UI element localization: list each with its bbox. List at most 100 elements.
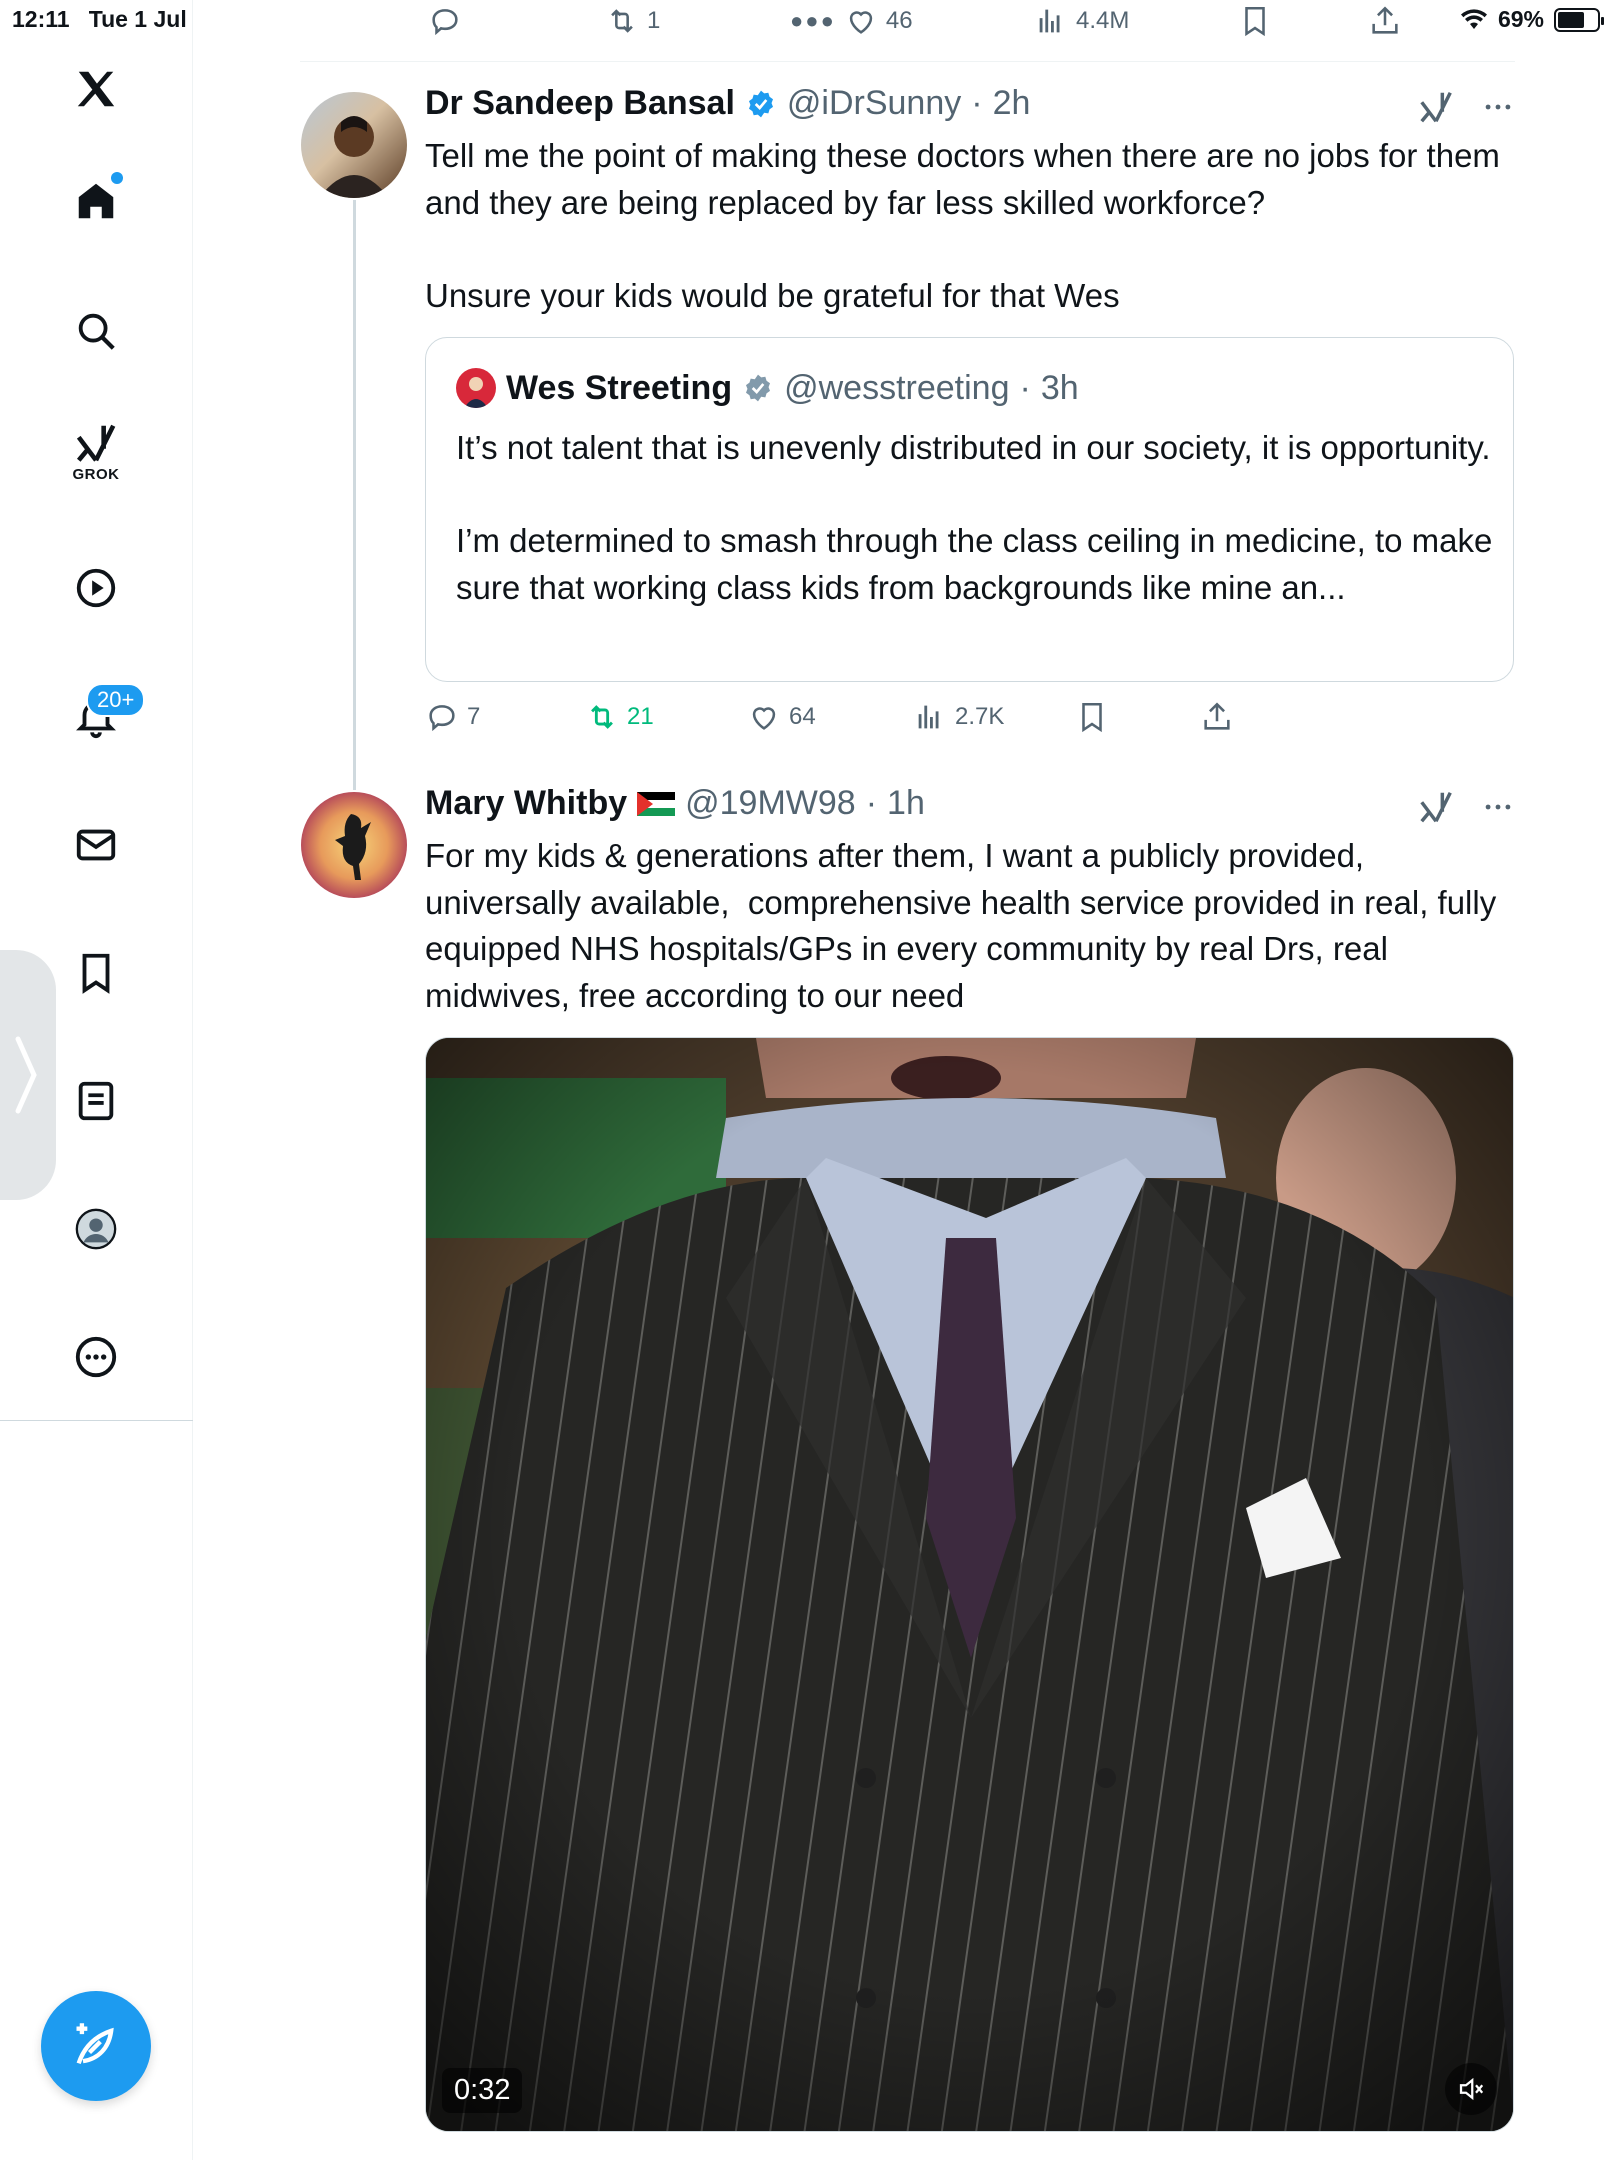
- like-count: 64: [789, 703, 816, 730]
- tweet-text: Tell me the point of making these doctor…: [425, 137, 1500, 314]
- bookmark-icon: [1245, 6, 1265, 37]
- separator: ·: [971, 84, 983, 122]
- muted-speaker-icon: [1459, 2077, 1484, 2101]
- reply-button[interactable]: 7: [425, 700, 480, 734]
- more-dots-icon: ●●●: [790, 8, 836, 33]
- messages-icon: [76, 829, 116, 861]
- feed-divider: [300, 61, 1515, 62]
- sidebar-item-search[interactable]: [65, 300, 127, 362]
- like-button[interactable]: 64: [747, 700, 816, 734]
- sidebar-item-more[interactable]: [65, 1326, 127, 1388]
- profile-icon: [75, 1208, 117, 1250]
- sidebar-item-messages[interactable]: [65, 814, 127, 876]
- retweet-button[interactable]: 1: [605, 4, 660, 38]
- quote-header: Wes Streeting @wesstreeting · 3h: [456, 368, 1079, 408]
- author-handle[interactable]: @19MW98: [685, 784, 856, 823]
- heart-icon: [849, 11, 873, 34]
- sidebar-item-profile[interactable]: [65, 1198, 127, 1260]
- bookmark-button[interactable]: [1075, 700, 1109, 734]
- tweet-header: Mary Whitby @19MW98 · 1h: [425, 784, 925, 823]
- bookmarks-icon: [82, 953, 110, 994]
- sidebar-divider: [0, 1420, 193, 1421]
- chevron-right-icon: [15, 1036, 37, 1114]
- sidebar-item-video[interactable]: [65, 557, 127, 619]
- avatar[interactable]: [301, 92, 407, 198]
- bookmark-icon: [1082, 702, 1102, 733]
- previous-tweet-actions: 1 ●●● 46 4.4M: [420, 0, 1520, 40]
- separator: ·: [865, 784, 878, 822]
- thread-connector: [353, 200, 356, 790]
- palestine-flag-icon: [637, 791, 676, 816]
- quote-author-handle: @wesstreeting: [784, 368, 1010, 407]
- compose-button[interactable]: [41, 1991, 151, 2101]
- views-icon: [1039, 9, 1060, 33]
- share-button[interactable]: [1200, 700, 1234, 734]
- home-unread-dot: [111, 172, 123, 184]
- more-options-icon[interactable]: [1481, 790, 1515, 824]
- tweet-header: Dr Sandeep Bansal @iDrSunny · 2h: [425, 84, 1030, 123]
- search-icon: [78, 313, 115, 350]
- video-duration: 0:32: [442, 2068, 523, 2113]
- liver-bird-icon: [335, 814, 371, 880]
- sidebar-x-logo[interactable]: [65, 58, 127, 120]
- tweet-header-actions: [1417, 788, 1515, 826]
- lists-icon: [78, 1081, 114, 1121]
- tweet-text: For my kids & generations after them, I …: [425, 837, 1506, 1014]
- retweet-button[interactable]: 21: [585, 700, 654, 734]
- more-icon: [75, 1336, 117, 1378]
- timestamp[interactable]: 1h: [887, 784, 925, 823]
- avatar[interactable]: [301, 792, 407, 898]
- video-player[interactable]: 0:32: [425, 1037, 1514, 2132]
- like-button[interactable]: ●●● 46: [790, 4, 913, 38]
- retweet-icon: [611, 9, 633, 33]
- sidebar-item-bookmarks[interactable]: [65, 942, 127, 1004]
- reply-icon: [432, 9, 458, 36]
- bookmark-button[interactable]: [1238, 4, 1272, 38]
- heart-icon: [752, 707, 776, 730]
- verified-badge-icon: [748, 90, 773, 117]
- battery-icon: [1554, 7, 1604, 32]
- drawer-handle[interactable]: [0, 950, 56, 1200]
- quoted-tweet[interactable]: Wes Streeting @wesstreeting · 3h It’s no…: [425, 337, 1514, 682]
- views-icon: [918, 705, 939, 729]
- more-options-icon[interactable]: [1481, 90, 1515, 124]
- share-icon: [1372, 6, 1398, 34]
- sidebar-item-lists[interactable]: [65, 1070, 127, 1132]
- sidebar-item-home[interactable]: [65, 170, 127, 232]
- grok-label: GROK: [72, 466, 120, 483]
- compose-icon: [76, 2023, 114, 2065]
- separator: ·: [1019, 368, 1031, 407]
- views-count: 2.7K: [955, 703, 1005, 730]
- reply-button[interactable]: [428, 4, 462, 38]
- reply-icon: [429, 705, 455, 732]
- author-name[interactable]: Mary Whitby: [425, 784, 627, 823]
- like-count: 46: [885, 7, 913, 34]
- mute-button[interactable]: [1445, 2063, 1497, 2115]
- views-button[interactable]: 4.4M: [1034, 4, 1129, 38]
- views-button[interactable]: 2.7K: [913, 700, 1004, 734]
- reply-count: 7: [467, 703, 481, 730]
- video-frame: [426, 1038, 1513, 2131]
- quote-timestamp: 3h: [1040, 368, 1079, 407]
- notifications-badge: 20+: [86, 683, 146, 717]
- x-logo-icon: [77, 71, 115, 107]
- quote-avatar: [456, 368, 496, 408]
- retweet-count: 1: [647, 7, 661, 34]
- avatar-photo: [319, 116, 389, 198]
- quote-avatar-photo: [464, 377, 488, 408]
- share-icon: [1204, 702, 1230, 730]
- grok-icon[interactable]: [1417, 88, 1455, 126]
- author-handle[interactable]: @iDrSunny: [787, 84, 961, 123]
- grok-icon[interactable]: [1417, 788, 1455, 826]
- grok-icon: [76, 424, 116, 462]
- quote-text: It’s not talent that is unevenly distrib…: [456, 429, 1493, 606]
- timestamp[interactable]: 2h: [993, 84, 1031, 123]
- verified-badge-icon: [746, 374, 771, 402]
- sidebar: GROK 20+: [0, 0, 193, 2160]
- sidebar-item-grok[interactable]: GROK: [65, 420, 127, 500]
- author-name[interactable]: Dr Sandeep Bansal: [425, 84, 735, 123]
- views-count: 4.4M: [1076, 7, 1130, 34]
- retweet-icon: [591, 705, 613, 729]
- retweet-count: 21: [627, 703, 654, 730]
- share-button[interactable]: [1368, 4, 1402, 38]
